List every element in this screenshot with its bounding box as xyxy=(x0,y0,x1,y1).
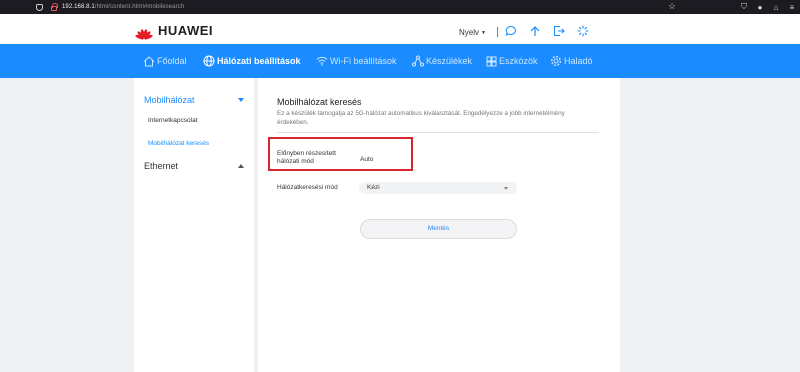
chevron-down-icon: ▼ xyxy=(481,30,486,36)
nav-item-tools[interactable]: Eszközök xyxy=(486,44,538,78)
loading-spinner-icon xyxy=(575,23,591,39)
huawei-flower-icon xyxy=(134,24,154,40)
message-icon[interactable] xyxy=(503,23,519,39)
globe-icon xyxy=(203,55,215,67)
logout-icon[interactable] xyxy=(551,23,567,39)
home-icon xyxy=(143,55,155,66)
language-selector[interactable]: Nyelv ▼ xyxy=(459,28,486,37)
extensions-icon[interactable]: ⌂ xyxy=(768,3,784,12)
gear-icon xyxy=(550,55,562,67)
nav-item-home[interactable]: Főoldal xyxy=(143,44,187,78)
huawei-logo[interactable]: HUAWEI xyxy=(134,23,213,40)
insecure-lock-icon[interactable] xyxy=(51,2,58,11)
network-search-mode-value: Kézi xyxy=(367,184,380,191)
menu-icon[interactable]: ≡ xyxy=(784,3,800,12)
wifi-icon xyxy=(316,56,328,66)
section-divider xyxy=(277,132,599,133)
language-label: Nyelv xyxy=(459,28,480,37)
preferred-network-mode-label: Előnyben részesített hálózati mód xyxy=(277,150,336,165)
account-icon[interactable]: ● xyxy=(752,3,768,12)
url-path: /html/content.html#mobilesearch xyxy=(94,4,185,10)
url-host: 192.168.8.1 xyxy=(62,4,95,10)
nav-item-label: Eszközök xyxy=(499,56,538,66)
main-navigation: Főoldal Hálózati beállítások Wi-Fi beáll… xyxy=(0,44,800,78)
nav-item-wifi-settings[interactable]: Wi-Fi beállítások xyxy=(316,44,397,78)
devices-icon xyxy=(412,55,424,67)
tracking-shield-icon[interactable] xyxy=(36,3,43,11)
preferred-network-mode-value: Auto xyxy=(360,156,374,163)
brand-name: HUAWEI xyxy=(158,23,213,38)
browser-toolbar: 192.168.8.1/html/content.html#mobilesear… xyxy=(0,0,800,14)
page-description: Ez a készülék támogatja az 5G-hálózat au… xyxy=(277,110,565,126)
bookmark-star-icon[interactable]: ☆ xyxy=(668,1,676,12)
nav-item-label: Wi-Fi beállítások xyxy=(330,56,397,66)
header-separator xyxy=(497,27,498,37)
chevron-down-icon[interactable] xyxy=(238,98,244,102)
chevron-down-icon xyxy=(504,187,508,190)
chevron-up-icon[interactable] xyxy=(238,164,244,168)
sidebar-item-internet-connection[interactable]: Internetkapcsolat xyxy=(148,117,198,124)
nav-item-network-settings[interactable]: Hálózati beállítások xyxy=(203,44,301,78)
network-search-mode-label: Hálózatkeresési mód xyxy=(277,184,338,191)
sidebar: Mobilhálózat Internetkapcsolat Mobilháló… xyxy=(134,78,254,372)
nav-item-label: Készülékek xyxy=(426,56,473,66)
main-content: Mobilhálózat keresés Ez a készülék támog… xyxy=(258,78,620,372)
nav-item-label: Haladó xyxy=(564,56,593,66)
pocket-icon[interactable]: ⛉ xyxy=(736,2,752,12)
nav-item-devices[interactable]: Készülékek xyxy=(412,44,472,78)
router-header: HUAWEI Nyelv ▼ xyxy=(0,14,800,44)
page-title: Mobilhálózat keresés xyxy=(277,97,362,107)
sidebar-group-ethernet[interactable]: Ethernet xyxy=(144,161,178,171)
nav-item-label: Főoldal xyxy=(157,56,187,66)
nav-item-label: Hálózati beállítások xyxy=(217,56,301,66)
tools-icon xyxy=(486,56,497,66)
nav-item-advanced[interactable]: Haladó xyxy=(550,44,593,78)
sidebar-group-mobile-network[interactable]: Mobilhálózat xyxy=(144,95,195,105)
sidebar-item-mobile-network-search[interactable]: Mobilhálózat keresés xyxy=(148,140,209,147)
upload-icon[interactable] xyxy=(527,23,543,39)
save-button[interactable]: Mentés xyxy=(360,219,517,239)
network-search-mode-select[interactable]: Kézi xyxy=(359,182,517,194)
address-bar[interactable]: 192.168.8.1/html/content.html#mobilesear… xyxy=(62,4,184,10)
